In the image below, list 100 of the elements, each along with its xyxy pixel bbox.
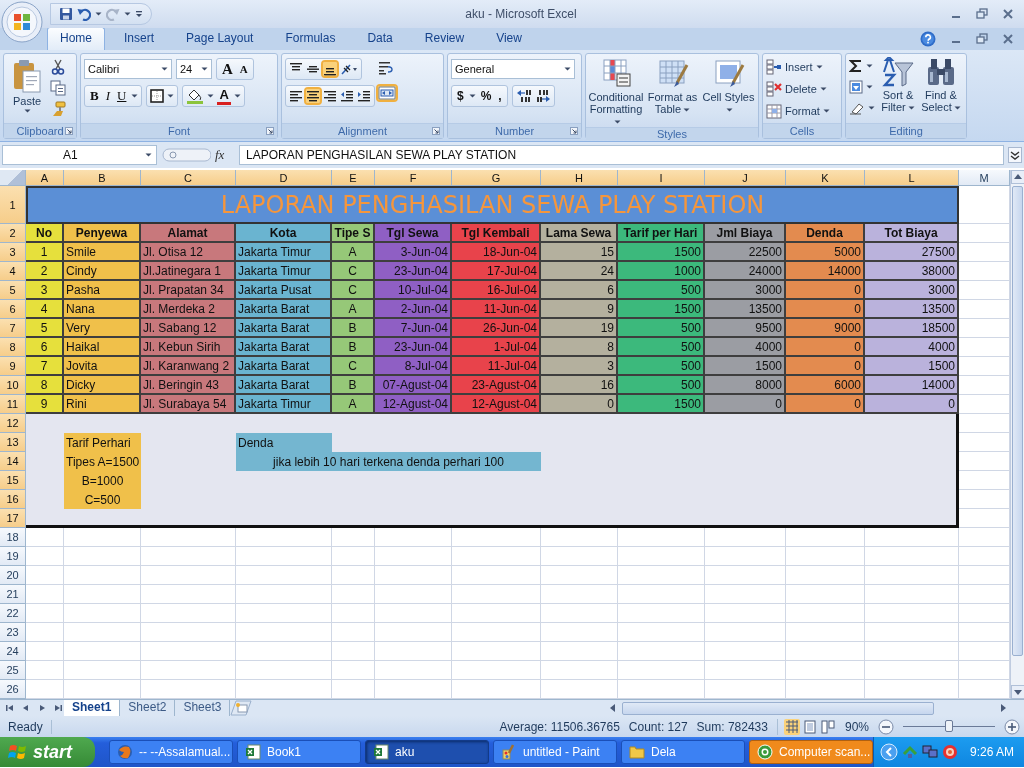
view-layout-icon[interactable] (801, 718, 818, 735)
align-bottom-icon[interactable] (323, 62, 337, 76)
increase-decimal-icon[interactable] (515, 89, 532, 103)
underline-button[interactable]: U (115, 87, 129, 105)
copy-icon[interactable] (50, 80, 66, 96)
insert-function-button[interactable]: fx (215, 147, 235, 163)
formula-field[interactable]: LAPORAN PENGHASILAN SEWA PLAY STATION (239, 145, 1004, 165)
text-angle-icon[interactable] (340, 62, 358, 76)
row-header[interactable]: 17 (0, 509, 26, 528)
cells-button[interactable]: Delete (766, 79, 830, 98)
customize-toolbar-icon[interactable] (135, 10, 143, 18)
dialog-launcher-icon[interactable] (266, 127, 274, 135)
row-header[interactable]: 16 (0, 490, 26, 509)
help-icon[interactable] (920, 31, 936, 47)
number-format-field[interactable]: General (451, 59, 575, 79)
row-header[interactable]: 1 (0, 186, 26, 224)
row-header[interactable]: 4 (0, 262, 26, 281)
save-icon[interactable] (59, 7, 73, 21)
borders-icon[interactable] (150, 89, 165, 103)
cells-button[interactable]: Insert (766, 57, 830, 76)
row-header[interactable]: 7 (0, 319, 26, 338)
row-header[interactable]: 8 (0, 338, 26, 357)
monitors-icon[interactable] (921, 744, 938, 760)
column-header[interactable]: C (141, 170, 236, 186)
row-header[interactable]: 18 (0, 528, 26, 547)
row-header[interactable]: 5 (0, 281, 26, 300)
close-icon[interactable] (1002, 33, 1014, 45)
row-header[interactable]: 10 (0, 376, 26, 395)
taskbar-button[interactable]: Dela (620, 740, 745, 764)
caret-icon[interactable] (167, 94, 175, 98)
paste-button[interactable]: Paste (7, 57, 47, 113)
restore-icon[interactable] (976, 33, 988, 45)
comma-button[interactable]: , (496, 87, 504, 105)
last-sheet-icon[interactable] (52, 702, 64, 714)
ribbon-tab[interactable]: Insert (111, 27, 168, 50)
align-center-icon[interactable] (306, 89, 320, 103)
cells-button[interactable]: Format (766, 101, 830, 120)
cut-icon[interactable] (50, 59, 66, 75)
column-header[interactable]: K (786, 170, 865, 186)
row-header[interactable]: 12 (0, 414, 26, 433)
sum-icon[interactable] (849, 59, 863, 73)
row-header[interactable]: 25 (0, 661, 26, 680)
font-size-field[interactable]: 24 (176, 59, 212, 79)
close-icon[interactable] (1002, 8, 1014, 20)
caret-icon[interactable] (866, 85, 873, 89)
column-header[interactable]: F (375, 170, 452, 186)
align-right-icon[interactable] (323, 89, 337, 103)
row-header[interactable]: 2 (0, 224, 26, 243)
bold-button[interactable]: B (88, 87, 101, 105)
row-header[interactable]: 26 (0, 680, 26, 699)
name-box[interactable]: A1 (2, 145, 157, 165)
column-header[interactable]: D (236, 170, 332, 186)
view-break-icon[interactable] (819, 718, 836, 735)
ribbon-tab[interactable]: View (483, 27, 535, 50)
decrease-decimal-icon[interactable] (534, 89, 551, 103)
row-header[interactable]: 22 (0, 604, 26, 623)
scroll-up-icon[interactable] (1011, 170, 1024, 184)
column-header[interactable]: B (64, 170, 141, 186)
zoom-level[interactable]: 90% (844, 719, 869, 734)
row-header[interactable]: 23 (0, 623, 26, 642)
dialog-launcher-icon[interactable] (65, 127, 73, 135)
caret-icon[interactable] (868, 106, 875, 110)
merge-center-icon[interactable] (378, 86, 396, 100)
disc-icon[interactable] (941, 744, 958, 760)
row-header[interactable]: 14 (0, 452, 26, 471)
taskbar-button[interactable]: untitled - Paint (492, 740, 617, 764)
view-normal-icon[interactable] (783, 718, 800, 735)
caret-icon[interactable] (131, 94, 139, 98)
ribbon-tab[interactable]: Review (411, 27, 478, 50)
italic-button[interactable]: I (103, 87, 112, 105)
align-left-icon[interactable] (289, 89, 303, 103)
column-header[interactable]: I (618, 170, 705, 186)
decrease-indent-icon[interactable] (340, 89, 354, 103)
row-header[interactable]: 3 (0, 243, 26, 262)
row-header[interactable]: 13 (0, 433, 26, 452)
zoom-in-icon[interactable] (1004, 718, 1020, 735)
dialog-launcher-icon[interactable] (570, 127, 578, 135)
increase-indent-icon[interactable] (357, 89, 371, 103)
currency-button[interactable]: $ (455, 87, 466, 105)
column-header[interactable]: A (26, 170, 64, 186)
row-header[interactable]: 11 (0, 395, 26, 414)
row-header[interactable]: 9 (0, 357, 26, 376)
show-hidden-icon[interactable] (879, 743, 898, 761)
eraser-icon[interactable] (849, 101, 865, 115)
percent-button[interactable]: % (478, 87, 494, 105)
styles-button[interactable]: Cell Styles (702, 57, 755, 115)
column-header[interactable]: L (865, 170, 959, 186)
scroll-down-icon[interactable] (1011, 685, 1024, 699)
caret-icon[interactable] (233, 94, 241, 98)
taskbar-button[interactable]: -- --Assalamual... (108, 740, 233, 764)
column-header[interactable]: G (452, 170, 541, 186)
zoom-slider-thumb[interactable] (945, 720, 953, 732)
ribbon-tab[interactable]: Home (47, 27, 105, 50)
editing-button[interactable]: Sort & Filter (878, 57, 918, 113)
fill-color-icon[interactable] (186, 88, 205, 104)
row-header[interactable]: 24 (0, 642, 26, 661)
sheet-tab[interactable]: Sheet1 (64, 700, 121, 716)
column-header[interactable]: J (705, 170, 786, 186)
grow-font-button[interactable]: A (220, 60, 235, 78)
ribbon-tab[interactable]: Formulas (272, 27, 349, 50)
